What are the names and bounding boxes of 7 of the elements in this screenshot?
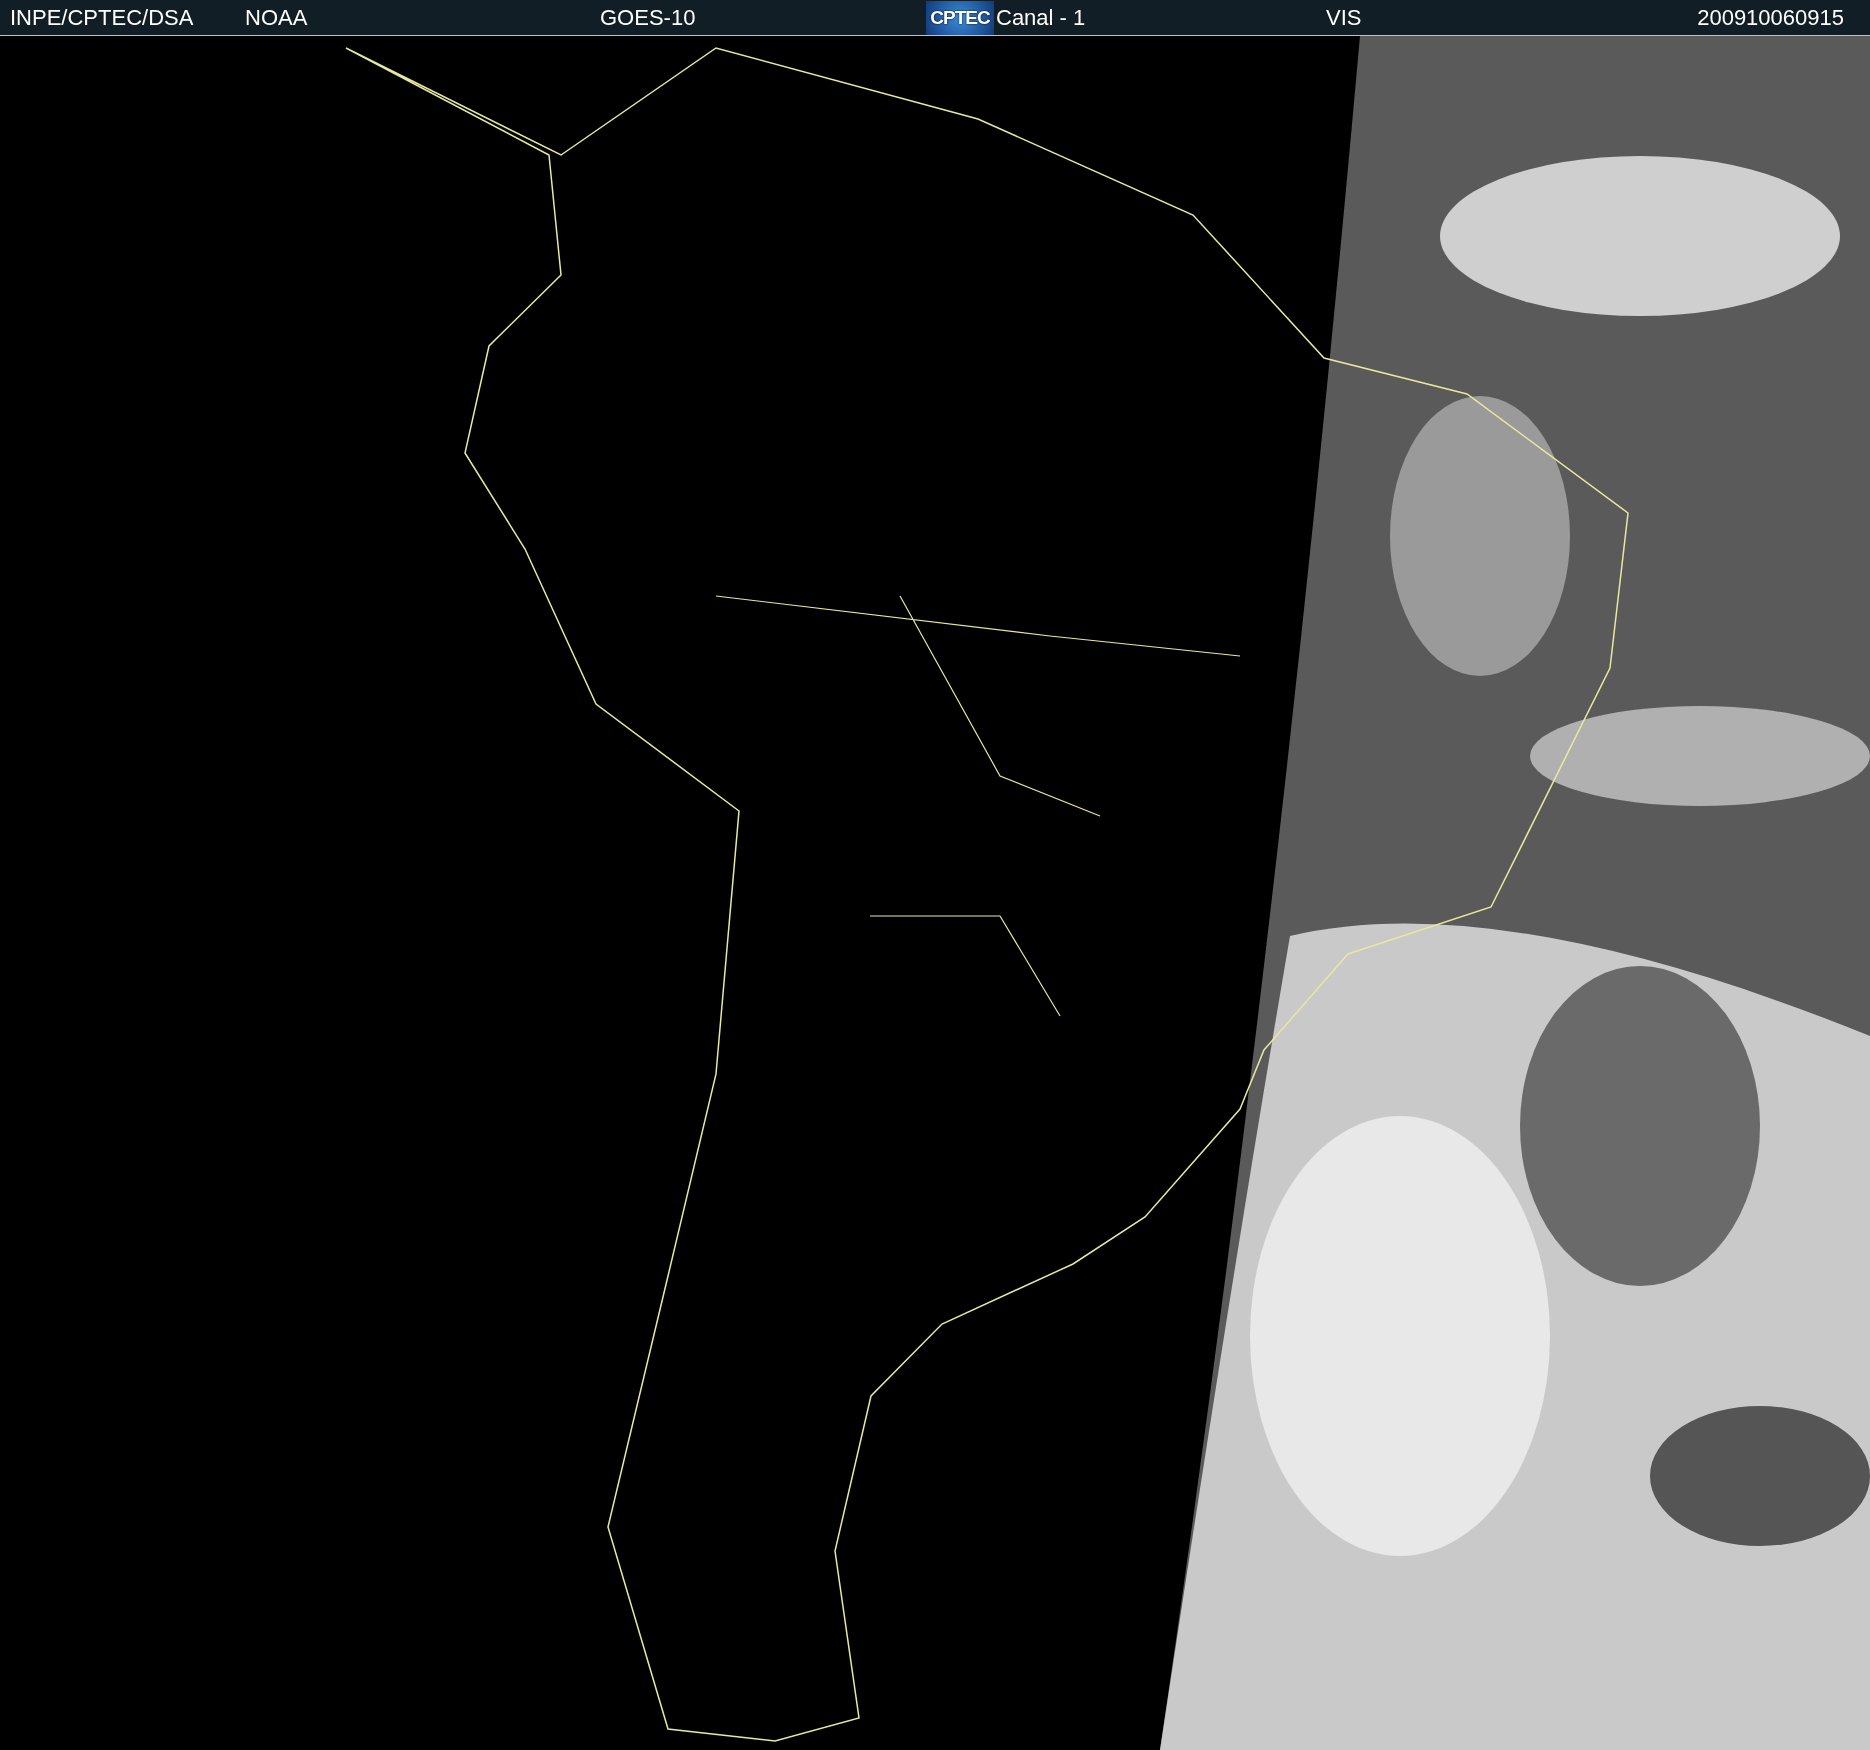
timestamp: 200910060915	[1697, 4, 1844, 31]
satellite-label: GOES-10	[600, 4, 697, 31]
agency-label: NOAA	[245, 4, 309, 31]
source-label: INPE/CPTEC/DSA	[10, 4, 195, 31]
channel-label: Canal - 1	[996, 4, 1087, 31]
band-label: VIS	[1326, 4, 1363, 31]
logo: CPTEC	[926, 0, 994, 35]
